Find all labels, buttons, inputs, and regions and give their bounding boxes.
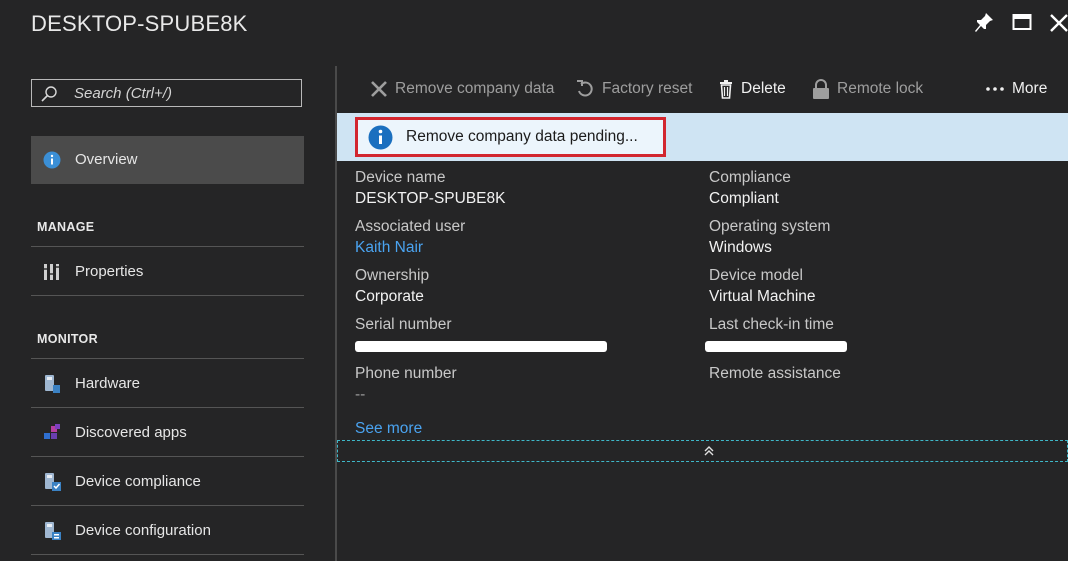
remote-lock-button[interactable]: Remote lock <box>811 79 926 99</box>
phone-number-label: Phone number <box>355 365 457 382</box>
operating-system-label: Operating system <box>709 218 831 235</box>
toolbar-label: Remove company data <box>395 80 555 97</box>
sidebar-item-device-compliance[interactable]: Device compliance <box>31 458 304 506</box>
redacted-last-checkin-time <box>705 341 847 352</box>
toolbar-label: Factory reset <box>602 80 693 97</box>
device-configuration-icon <box>42 521 62 541</box>
redacted-serial-number <box>355 341 607 352</box>
ownership-value: Corporate <box>355 288 424 305</box>
lock-icon <box>811 79 831 99</box>
section-heading-manage: MANAGE <box>37 220 95 234</box>
phone-number-value: -- <box>355 386 366 403</box>
device-name-value: DESKTOP-SPUBE8K <box>355 190 506 207</box>
search-icon <box>40 85 58 103</box>
sidebar-item-label: Device compliance <box>75 473 201 490</box>
toolbar-label: Delete <box>741 80 786 97</box>
sidebar-item-label: Properties <box>75 263 144 280</box>
properties-icon <box>42 262 62 282</box>
see-more-link[interactable]: See more <box>355 420 422 438</box>
last-checkin-label: Last check-in time <box>709 316 834 333</box>
device-model-value: Virtual Machine <box>709 288 816 305</box>
sidebar-item-label: Device configuration <box>75 522 211 539</box>
device-detail-panel: Remove company data Factory reset Delete… <box>337 58 1068 561</box>
associated-user-link[interactable]: Kaith Nair <box>355 239 423 257</box>
operating-system-value: Windows <box>709 239 772 256</box>
banner-text: Remove company data pending... <box>406 128 638 145</box>
info-icon <box>42 150 62 170</box>
pending-status-box: Remove company data pending... <box>355 117 666 157</box>
ellipsis-icon <box>985 79 1005 99</box>
trash-icon <box>717 79 737 99</box>
factory-reset-button[interactable]: Factory reset <box>575 79 693 99</box>
toolbar-label: Remote lock <box>837 80 924 97</box>
remove-company-data-button[interactable]: Remove company data <box>369 79 559 99</box>
sidebar-item-label: Hardware <box>75 375 141 392</box>
undo-icon <box>575 79 595 99</box>
device-compliance-icon <box>42 472 62 492</box>
sidebar-item-label: Discovered apps <box>75 424 187 441</box>
window-title: DESKTOP-SPUBE8K <box>31 11 248 36</box>
sidebar-item-overview[interactable]: Overview <box>31 136 304 184</box>
ownership-label: Ownership <box>355 267 430 284</box>
associated-user-label: Associated user <box>355 218 466 235</box>
device-name-label: Device name <box>355 169 446 186</box>
search-placeholder: Search (Ctrl+/) <box>74 85 172 102</box>
collapse-essentials-bar[interactable] <box>337 440 1068 462</box>
info-icon <box>368 125 393 150</box>
delete-button[interactable]: Delete <box>717 79 789 99</box>
compliance-value: Compliant <box>709 190 779 207</box>
pin-icon[interactable] <box>974 12 998 36</box>
sidebar-item-hardware[interactable]: Hardware <box>31 360 304 408</box>
maximize-icon[interactable] <box>1012 12 1036 36</box>
sidebar-item-label: Overview <box>75 151 138 168</box>
remote-assistance-label: Remote assistance <box>709 365 841 382</box>
section-heading-monitor: MONITOR <box>37 332 98 346</box>
hardware-icon <box>42 374 62 394</box>
close-x-icon <box>369 79 389 99</box>
search-input[interactable]: Search (Ctrl+/) <box>31 79 302 107</box>
divider <box>31 246 304 247</box>
toolbar-label: More <box>1012 80 1048 97</box>
device-model-label: Device model <box>709 267 803 284</box>
divider <box>31 358 304 359</box>
discovered-apps-icon <box>42 423 62 443</box>
sidebar-item-properties[interactable]: Properties <box>31 248 304 296</box>
sidebar-item-discovered-apps[interactable]: Discovered apps <box>31 409 304 457</box>
notification-banner: Remove company data pending... <box>337 113 1068 161</box>
more-button[interactable]: More <box>985 79 1055 99</box>
double-chevron-up-icon <box>702 444 716 458</box>
close-icon[interactable] <box>1048 12 1068 36</box>
sidebar: Search (Ctrl+/) Overview MANAGE Properti… <box>0 58 335 561</box>
serial-number-label: Serial number <box>355 316 452 333</box>
sidebar-item-device-configuration[interactable]: Device configuration <box>31 507 304 555</box>
title-bar: DESKTOP-SPUBE8K <box>0 0 1068 58</box>
compliance-label: Compliance <box>709 169 791 186</box>
